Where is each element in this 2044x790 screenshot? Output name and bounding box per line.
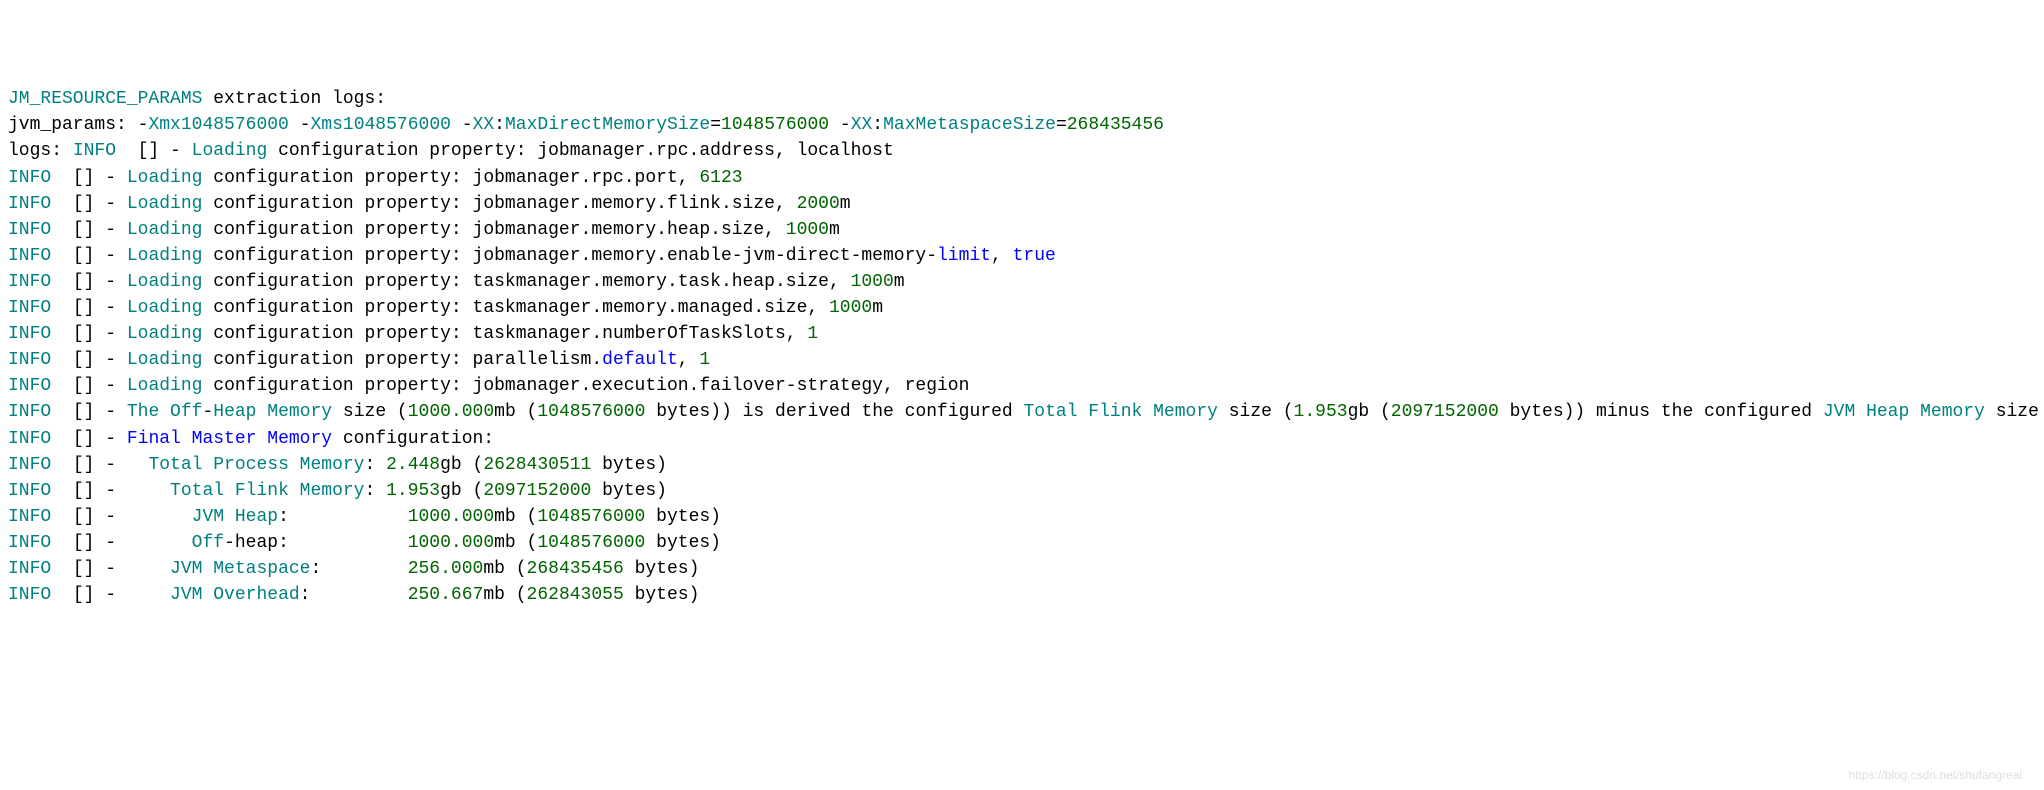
log-level: INFO <box>8 350 51 370</box>
cfg-managed-key: taskmanager.memory.managed.size, <box>473 298 829 318</box>
log-level: INFO <box>8 455 51 475</box>
total-flink-memory-label: Total Flink Memory <box>1023 402 1217 422</box>
log-level: INFO <box>8 298 51 318</box>
log-level: INFO <box>8 168 51 188</box>
row-total-process-memory: Total Process Memory <box>127 455 365 475</box>
row-total-flink-memory: Total Flink Memory <box>127 481 365 501</box>
row-jvm-overhead: JVM Overhead <box>127 585 300 605</box>
jvm-mms-val: 268435456 <box>1067 115 1164 135</box>
cfg-heap-size-key: jobmanager.memory.heap.size, <box>473 220 786 240</box>
cfg-task-heap-val: 1000 <box>851 272 894 292</box>
jvm-mdms-key: MaxDirectMemorySize <box>505 115 710 135</box>
cfg-rpc-port-key: jobmanager.rpc.port, <box>473 168 700 188</box>
header-suffix: extraction logs: <box>202 89 386 109</box>
log-level: INFO <box>8 376 51 396</box>
jvm-mdms-val: 1048576000 <box>721 115 829 135</box>
row-jvm-heap: JVM Heap <box>127 507 278 527</box>
log-level: INFO <box>8 194 51 214</box>
jvm-xms: Xms1048576000 <box>311 115 451 135</box>
log-level: INFO <box>8 220 51 240</box>
log-level: INFO <box>8 533 51 553</box>
jvm-heap-memory-label: JVM Heap Memory <box>1823 402 1985 422</box>
cfg-parallelism-default: default <box>602 350 678 370</box>
cfg-flink-size-val: 2000 <box>797 194 840 214</box>
cfg-slots-val: 1 <box>807 324 818 344</box>
cfg-task-heap-key: taskmanager.memory.task.heap.size, <box>473 272 851 292</box>
cfg-direct-limit-word: limit <box>937 246 991 266</box>
jvm-mms-key: MaxMetaspaceSize <box>883 115 1056 135</box>
cfg-direct-limit-true: true <box>1013 246 1056 266</box>
cfg-flink-size-key: jobmanager.memory.flink.size, <box>473 194 797 214</box>
log-level: INFO <box>8 272 51 292</box>
row-jvm-metaspace: JVM Metaspace <box>127 559 311 579</box>
cfg-parallelism-pre: parallelism. <box>473 350 603 370</box>
log-level: INFO <box>8 507 51 527</box>
log-level: INFO <box>8 585 51 605</box>
log-output: JM_RESOURCE_PARAMS extraction logs: jvm_… <box>8 86 2036 608</box>
log-level: INFO <box>8 402 51 422</box>
jvm-prefix: jvm_params: <box>8 115 138 135</box>
row-off-heap-pre: Off <box>127 533 224 553</box>
off-heap-memory-label: Heap Memory <box>213 402 332 422</box>
log-level: INFO <box>8 559 51 579</box>
cfg-direct-limit-pre: jobmanager.memory.enable-jvm-direct-memo… <box>473 246 937 266</box>
cfg-failover: jobmanager.execution.failover-strategy, … <box>473 376 970 396</box>
loading-word: Loading <box>192 141 268 161</box>
cfg-rpc-address: jobmanager.rpc.address, localhost <box>537 141 893 161</box>
jvm-xmx: Xmx1048576000 <box>148 115 288 135</box>
logs-prefix: logs: <box>8 141 73 161</box>
watermark-text: https://blog.csdn.net/shufangreal <box>1849 767 2022 784</box>
log-level: INFO <box>8 246 51 266</box>
cfg-managed-val: 1000 <box>829 298 872 318</box>
header-label: JM_RESOURCE_PARAMS <box>8 89 202 109</box>
cfg-slots-key: taskmanager.numberOfTaskSlots, <box>473 324 808 344</box>
log-level: INFO <box>73 141 116 161</box>
final-master-memory-label: Final Master Memory <box>127 429 332 449</box>
log-level: INFO <box>8 429 51 449</box>
cfg-heap-size-val: 1000 <box>786 220 829 240</box>
cfg-parallelism-val: 1 <box>699 350 710 370</box>
log-level: INFO <box>8 324 51 344</box>
log-level: INFO <box>8 481 51 501</box>
cfg-rpc-port-val: 6123 <box>699 168 742 188</box>
